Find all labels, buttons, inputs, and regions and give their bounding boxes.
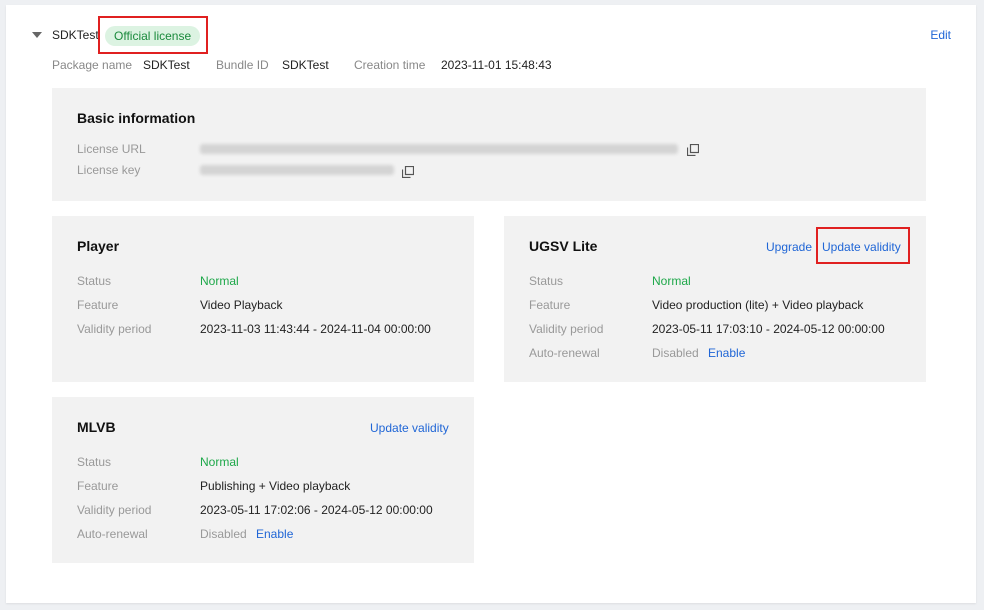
status-value: Normal (200, 274, 239, 288)
ugsv-lite-card: UGSV Lite Upgrade Update validity Status… (504, 216, 926, 382)
feature-label: Feature (77, 479, 119, 493)
status-label: Status (529, 274, 564, 288)
creation-time-value: 2023-11-01 15:48:43 (441, 58, 552, 72)
license-panel: SDKTest Official license Edit Package na… (6, 5, 976, 603)
validity-period-label: Validity period (77, 322, 152, 336)
validity-period-value: 2023-05-11 17:02:06 - 2024-05-12 00:00:0… (200, 503, 433, 517)
validity-period-value: 2023-11-03 11:43:44 - 2024-11-04 00:00:0… (200, 322, 431, 336)
feature-value: Publishing + Video playback (200, 479, 351, 493)
basic-information-card: Basic information License URL License ke… (52, 88, 926, 201)
auto-renewal-label: Auto-renewal (77, 527, 148, 541)
enable-renewal-link[interactable]: Enable (708, 346, 745, 360)
caret-down-icon[interactable] (32, 32, 42, 38)
creation-time-label: Creation time (354, 58, 426, 72)
edit-link[interactable]: Edit (930, 28, 951, 42)
mlvb-card: MLVB Update validity Status Normal Featu… (52, 397, 474, 563)
feature-value: Video production (lite) + Video playback (652, 298, 864, 312)
copy-icon[interactable] (687, 144, 699, 156)
bundle-id-label: Bundle ID (216, 58, 269, 72)
status-label: Status (77, 455, 112, 469)
feature-label: Feature (529, 298, 571, 312)
validity-period-label: Validity period (529, 322, 604, 336)
status-value: Normal (200, 455, 239, 469)
mlvb-title: MLVB (77, 419, 116, 435)
auto-renewal-value: Disabled (652, 346, 699, 360)
player-title: Player (77, 238, 120, 254)
update-validity-link[interactable]: Update validity (370, 421, 449, 435)
validity-period-value: 2023-05-11 17:03:10 - 2024-05-12 00:00:0… (652, 322, 885, 336)
copy-icon[interactable] (402, 166, 414, 178)
status-label: Status (77, 274, 112, 288)
package-name-value: SDKTest (143, 58, 190, 72)
player-card: Player Status Normal Feature Video Playb… (52, 216, 474, 382)
package-name-label: Package name (52, 58, 133, 72)
validity-period-label: Validity period (77, 503, 152, 517)
ugsv-lite-title: UGSV Lite (529, 238, 598, 254)
basic-information-title: Basic information (77, 110, 196, 126)
feature-value: Video Playback (200, 298, 283, 312)
highlight-box-update-validity (816, 227, 910, 264)
license-url-value-redacted (200, 144, 678, 154)
auto-renewal-value: Disabled (200, 527, 247, 541)
license-key-value-redacted (200, 165, 394, 175)
feature-label: Feature (77, 298, 119, 312)
auto-renewal-label: Auto-renewal (529, 346, 600, 360)
bundle-id-value: SDKTest (282, 58, 329, 72)
status-value: Normal (652, 274, 691, 288)
upgrade-link[interactable]: Upgrade (766, 240, 812, 254)
license-url-label: License URL (77, 142, 146, 156)
highlight-box-badge (98, 16, 208, 54)
app-name: SDKTest (52, 28, 99, 42)
license-key-label: License key (77, 163, 141, 177)
enable-renewal-link[interactable]: Enable (256, 527, 293, 541)
